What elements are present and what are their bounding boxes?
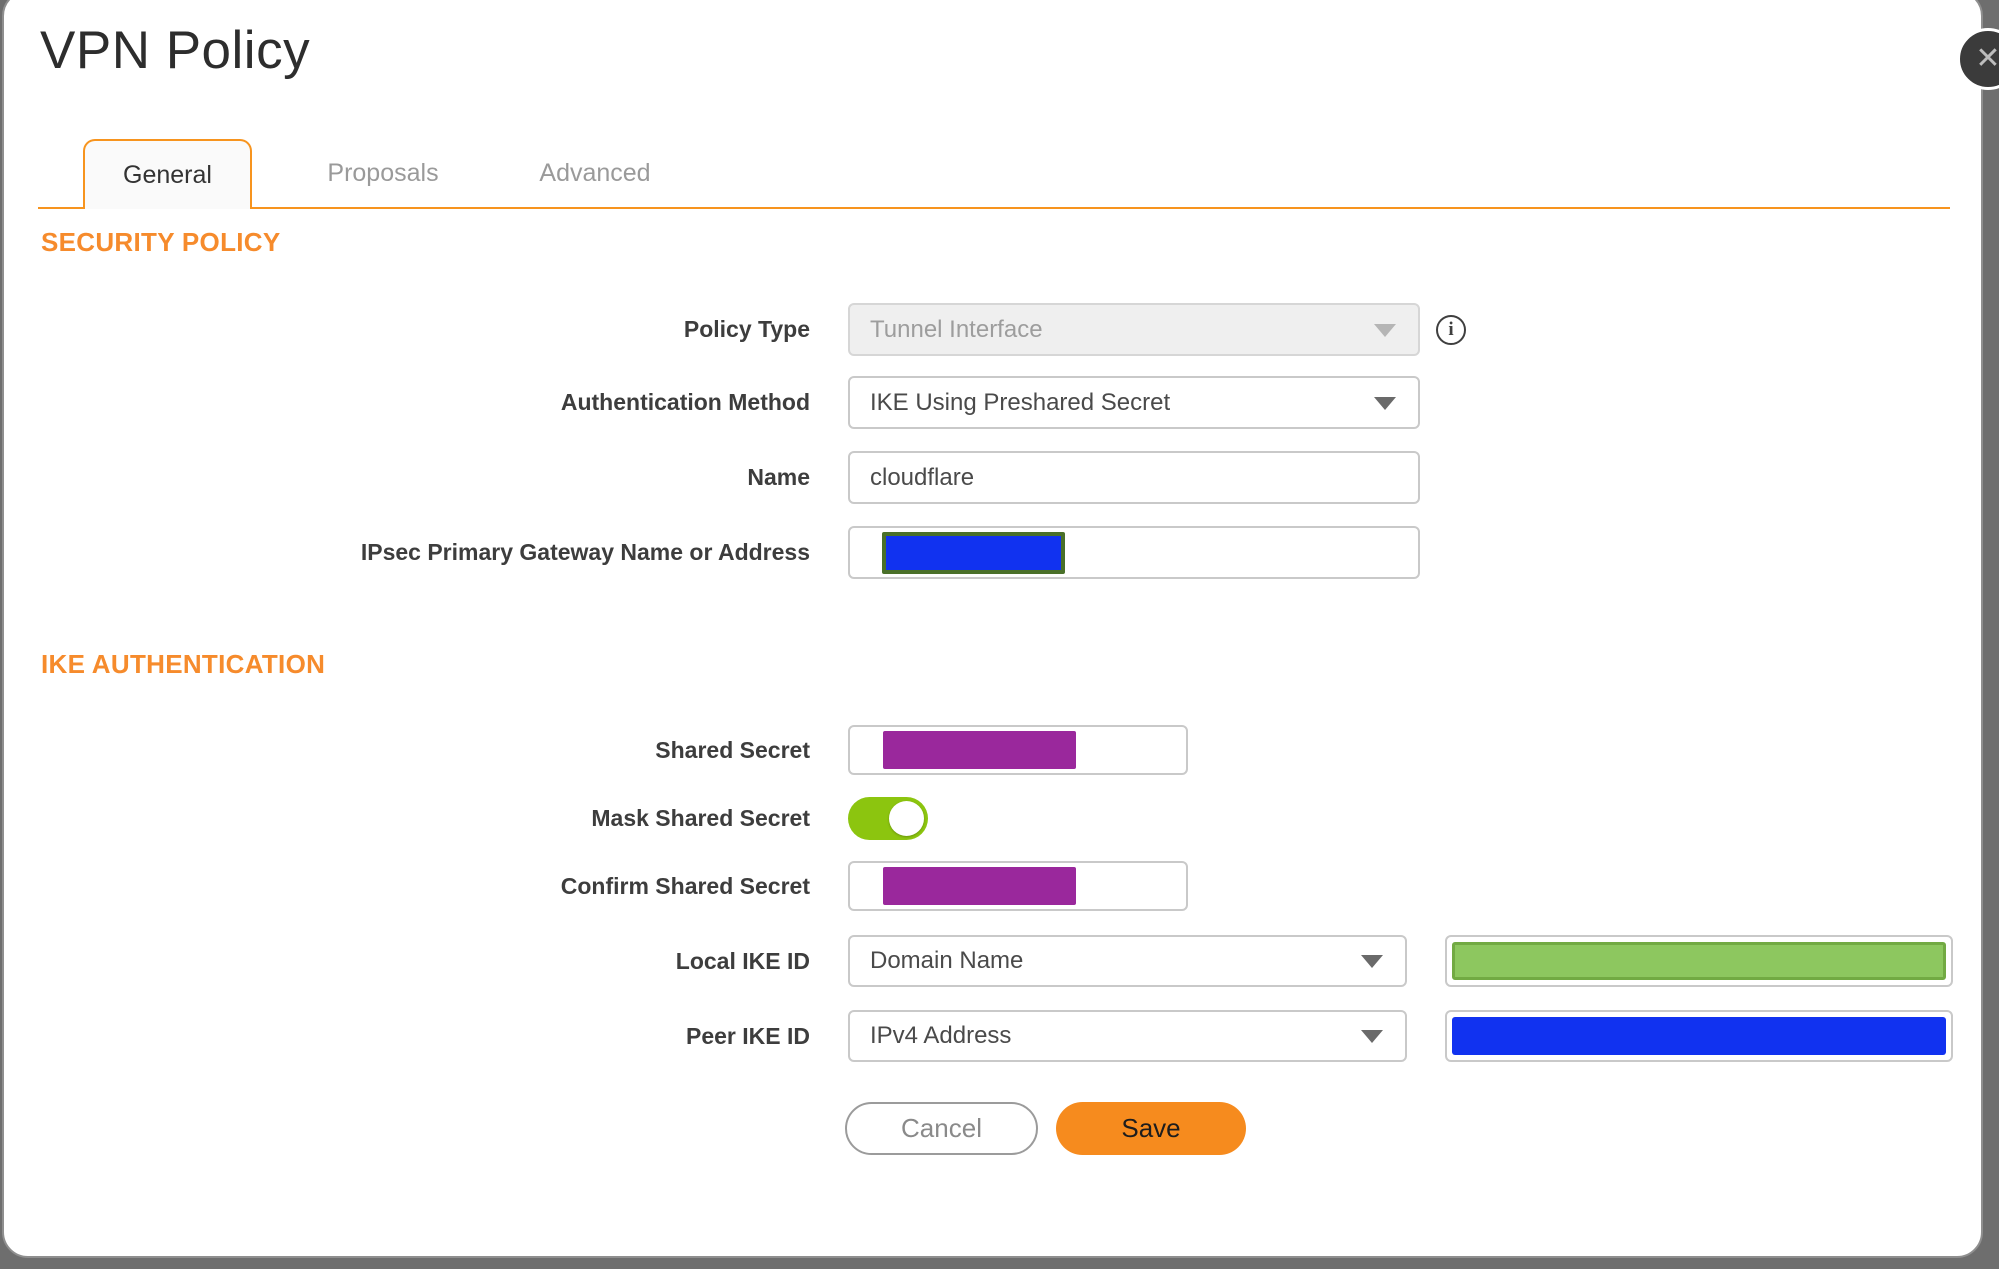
confirm-shared-secret-label: Confirm Shared Secret — [560, 872, 810, 899]
row-name: Name cloudflare — [0, 451, 1999, 504]
section-heading-ike-authentication: IKE AUTHENTICATION — [41, 649, 326, 679]
name-value: cloudflare — [870, 463, 975, 491]
peer-ike-id-value-redaction — [1452, 1017, 1946, 1055]
dialog-content: VPN Policy General Proposals Advanced SE… — [0, 0, 1999, 1269]
row-gateway: IPsec Primary Gateway Name or Address — [0, 526, 1999, 579]
close-icon: ✕ — [1975, 42, 1999, 75]
row-authentication-method: Authentication Method IKE Using Preshare… — [0, 376, 1999, 429]
action-buttons: Cancel Save — [845, 1102, 1246, 1155]
close-button[interactable]: ✕ — [1957, 28, 1999, 90]
mask-shared-secret-label: Mask Shared Secret — [591, 805, 810, 831]
local-ike-id-value-input[interactable] — [1445, 935, 1953, 987]
authentication-method-select[interactable]: IKE Using Preshared Secret — [848, 376, 1420, 429]
mask-shared-secret-toggle[interactable] — [848, 797, 928, 840]
local-ike-id-type-select[interactable]: Domain Name — [848, 935, 1407, 987]
gateway-input[interactable] — [848, 526, 1420, 579]
info-icon[interactable]: i — [1436, 314, 1466, 345]
chevron-down-icon — [1374, 323, 1396, 337]
policy-type-label: Policy Type — [683, 316, 810, 342]
tab-general[interactable]: General — [83, 139, 252, 209]
gateway-label: IPsec Primary Gateway Name or Address — [360, 539, 810, 565]
cancel-button[interactable]: Cancel — [845, 1102, 1038, 1155]
peer-ike-id-label: Peer IKE ID — [686, 1022, 810, 1049]
tab-proposals-label: Proposals — [327, 158, 439, 187]
name-input[interactable]: cloudflare — [848, 451, 1420, 504]
row-confirm-shared-secret: Confirm Shared Secret — [0, 861, 1999, 911]
toggle-knob — [889, 801, 924, 836]
row-mask-shared-secret: Mask Shared Secret — [0, 797, 1999, 840]
chevron-down-icon — [1374, 396, 1396, 410]
tab-advanced-label: Advanced — [539, 158, 651, 187]
page-title: VPN Policy — [40, 21, 311, 80]
local-ike-id-label: Local IKE ID — [675, 947, 810, 974]
tab-general-label: General — [123, 160, 212, 189]
peer-ike-id-type-select[interactable]: IPv4 Address — [848, 1010, 1407, 1062]
row-peer-ike-id: Peer IKE ID IPv4 Address — [0, 1010, 1999, 1062]
tab-advanced[interactable]: Advanced — [510, 139, 680, 207]
chevron-down-icon — [1361, 955, 1383, 968]
shared-secret-value-redaction — [883, 731, 1076, 769]
tab-bar: General Proposals Advanced — [38, 139, 1950, 209]
screen-backdrop: VPN Policy General Proposals Advanced SE… — [0, 0, 1999, 1269]
gateway-value-redaction — [882, 531, 1065, 574]
section-heading-security-policy: SECURITY POLICY — [41, 227, 281, 257]
authentication-method-label: Authentication Method — [560, 389, 810, 415]
policy-type-value: Tunnel Interface — [870, 315, 1043, 343]
policy-type-select: Tunnel Interface — [848, 303, 1420, 356]
peer-ike-id-type-value: IPv4 Address — [870, 1022, 1012, 1049]
row-policy-type: Policy Type Tunnel Interface i — [0, 303, 1999, 356]
row-local-ike-id: Local IKE ID Domain Name — [0, 935, 1999, 987]
info-icon-glyph: i — [1448, 318, 1454, 340]
shared-secret-label: Shared Secret — [655, 736, 810, 763]
confirm-shared-secret-input[interactable] — [848, 861, 1188, 911]
save-button[interactable]: Save — [1056, 1102, 1246, 1155]
row-shared-secret: Shared Secret — [0, 725, 1999, 775]
authentication-method-value: IKE Using Preshared Secret — [870, 388, 1171, 416]
name-label: Name — [747, 464, 810, 490]
shared-secret-input[interactable] — [848, 725, 1188, 775]
local-ike-id-type-value: Domain Name — [870, 947, 1024, 974]
local-ike-id-value-redaction — [1452, 942, 1946, 980]
chevron-down-icon — [1361, 1030, 1383, 1043]
peer-ike-id-value-input[interactable] — [1445, 1010, 1953, 1062]
confirm-shared-secret-value-redaction — [883, 867, 1076, 905]
tab-proposals[interactable]: Proposals — [298, 139, 468, 207]
